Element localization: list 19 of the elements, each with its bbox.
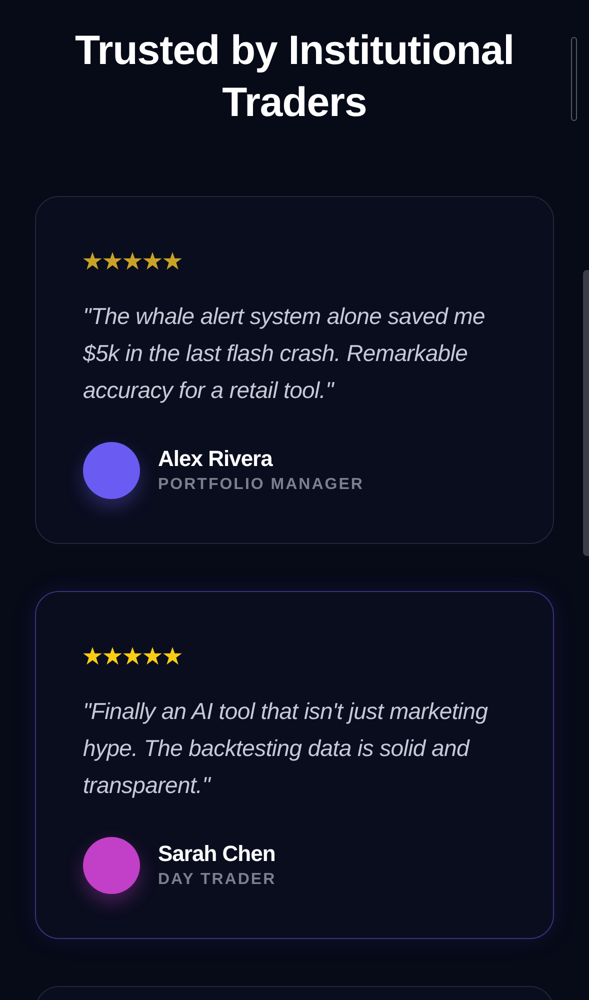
quote-text: "Finally an AI tool that isn't just marketing hype. The backtesting data is solid and transparent." xyxy=(83,697,489,800)
author-name: Alex Rivera xyxy=(158,444,274,472)
star-icon xyxy=(163,252,182,270)
author-name: Sarah Chen xyxy=(158,840,276,868)
scrollbar-thumb[interactable] xyxy=(571,37,577,121)
author-role: PORTFOLIO MANAGER xyxy=(158,474,364,494)
star-icon xyxy=(83,647,102,665)
star-icon xyxy=(123,647,142,665)
star-icon xyxy=(143,252,162,270)
star-icon xyxy=(163,647,182,665)
star-icon xyxy=(83,252,102,270)
star-icon xyxy=(123,252,142,270)
section-heading: Trusted by Institutional Traders xyxy=(74,26,516,127)
author-role: DAY TRADER xyxy=(158,870,276,890)
star-icon xyxy=(103,647,122,665)
quote-text: "The whale alert system alone saved me $5k in the last flash crash. Remarkable accuracy for a retail tool." xyxy=(83,302,486,405)
scrollbar-thumb[interactable] xyxy=(583,270,589,556)
star-icon xyxy=(143,647,162,665)
star-icon xyxy=(103,252,122,270)
